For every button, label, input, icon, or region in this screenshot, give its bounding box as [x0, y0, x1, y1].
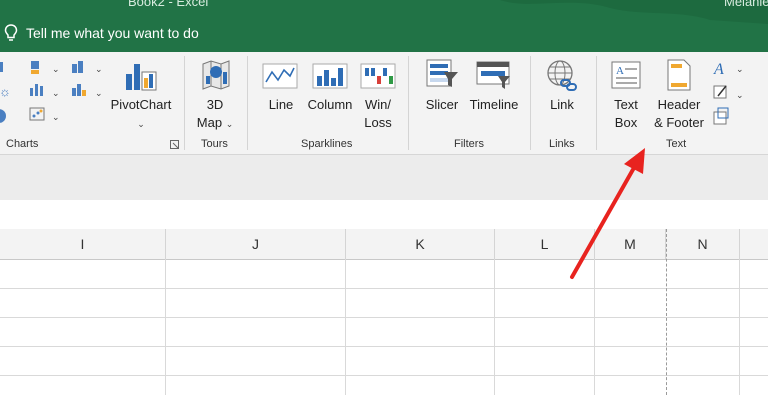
- annotation-arrow: [570, 148, 645, 279]
